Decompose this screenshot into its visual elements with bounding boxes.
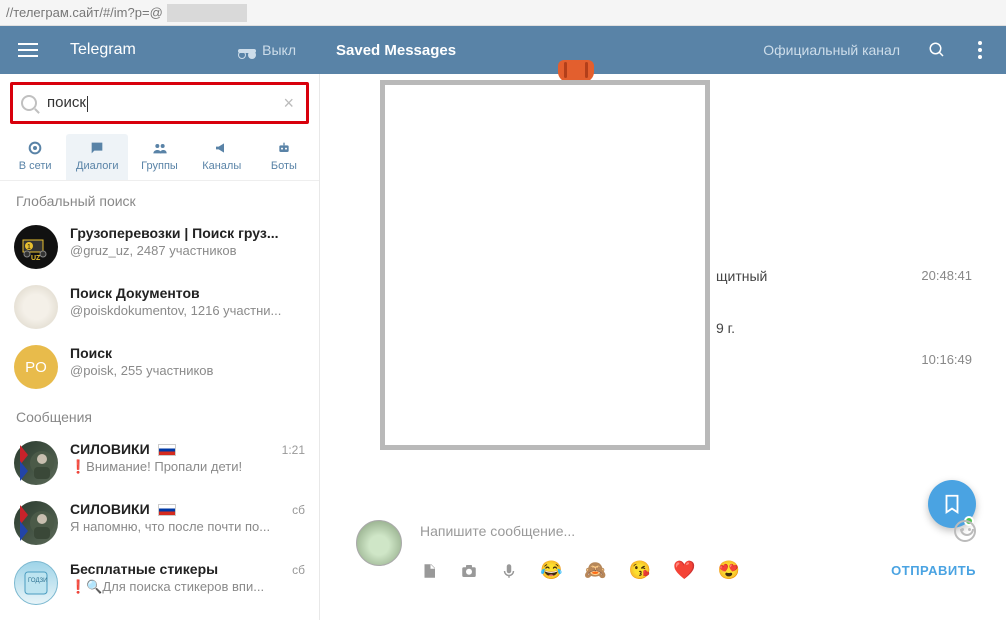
section-messages: Сообщения — [0, 397, 319, 433]
svg-text:ГОДЗИ: ГОДЗИ — [28, 578, 47, 584]
group-icon — [151, 140, 169, 156]
result-sub: ❗🔍Для поиска стикеров впи... — [70, 579, 305, 595]
result-time: сб — [292, 563, 305, 577]
emoji-quick[interactable]: 😂 — [540, 560, 562, 581]
sidebar-tabs: В сети Диалоги Группы Каналы Боты — [0, 130, 319, 181]
incognito-toggle[interactable]: Выкл — [238, 42, 310, 58]
result-title: Грузоперевозки | Поиск груз... — [70, 225, 305, 241]
record-icon — [26, 140, 44, 156]
message-input[interactable]: Напишите сообщение... — [420, 523, 954, 539]
emoji-quick[interactable]: 😘 — [629, 560, 651, 581]
result-sub: ❗Внимание! Пропали дети! — [70, 459, 305, 475]
brand-title: Telegram — [70, 41, 238, 59]
composer: Напишите сообщение... 😂 🙈 😘 ❤️ 😍 ОТПРАВИ… — [320, 510, 1006, 620]
result-time: 1:21 — [282, 443, 305, 457]
menu-icon[interactable] — [18, 43, 48, 57]
attach-file-icon[interactable] — [420, 562, 438, 580]
emoji-quick[interactable]: 🙈 — [584, 560, 606, 581]
sidebar: поиск × В сети Диалоги Группы Каналы — [0, 74, 320, 620]
camera-icon[interactable] — [460, 562, 478, 580]
incognito-icon — [238, 43, 256, 57]
app-header: Telegram Выкл Saved Messages Официальный… — [0, 26, 1006, 74]
result-sub: @poiskdokumentov, 1216 участни... — [70, 303, 305, 318]
result-title: Поиск — [70, 345, 305, 361]
avatar: ГОДЗИ — [14, 561, 58, 605]
address-bar: //телеграм.сайт/#/im?p=@ — [0, 0, 1006, 26]
search-icon[interactable] — [928, 41, 946, 59]
tab-bots[interactable]: Боты — [253, 134, 315, 180]
avatar — [14, 441, 58, 485]
svg-text:UZ: UZ — [31, 255, 41, 262]
search-box[interactable]: поиск × — [10, 82, 309, 124]
message-fragment: 9 г. — [716, 320, 735, 336]
result-sub: @poisk, 255 участников — [70, 363, 305, 378]
address-url: //телеграм.сайт/#/im?p=@ — [6, 5, 163, 20]
flag-ru-icon — [158, 444, 176, 456]
self-avatar[interactable] — [356, 520, 402, 566]
flag-ru-icon — [158, 504, 176, 516]
result-title: СИЛОВИКИ — [70, 501, 176, 517]
list-item[interactable]: 1UZ Грузоперевозки | Поиск груз... @gruz… — [0, 217, 319, 277]
chat-pane: щитный 20:48:41 9 г. 10:16:49 Напишите с… — [320, 74, 1006, 620]
message-time: 10:16:49 — [921, 352, 972, 367]
list-item[interactable]: Поиск Документов @poiskdokumentov, 1216 … — [0, 277, 319, 337]
avatar: 1UZ — [14, 225, 58, 269]
avatar — [14, 285, 58, 329]
chat-title[interactable]: Saved Messages — [336, 42, 456, 59]
result-title: СИЛОВИКИ — [70, 441, 176, 457]
result-time: сб — [292, 503, 305, 517]
emoji-quick[interactable]: 😍 — [718, 560, 740, 581]
message-fragment: щитный — [716, 268, 767, 284]
bot-icon — [275, 140, 293, 156]
doc-clip-icon — [558, 60, 594, 82]
tab-dialogs[interactable]: Диалоги — [66, 134, 128, 180]
section-global: Глобальный поиск — [0, 181, 319, 217]
list-item[interactable]: PO Поиск @poisk, 255 участников — [0, 337, 319, 397]
results-list: Глобальный поиск 1UZ Грузоперевозки | По… — [0, 181, 319, 613]
emoji-picker-icon[interactable] — [954, 520, 976, 542]
tab-channels[interactable]: Каналы — [191, 134, 253, 180]
list-item[interactable]: СИЛОВИКИ сб Я напомню, что после почти п… — [0, 493, 319, 553]
mic-icon[interactable] — [500, 562, 518, 580]
emoji-quick[interactable]: ❤️ — [673, 560, 695, 581]
tab-online[interactable]: В сети — [4, 134, 66, 180]
more-menu-icon[interactable] — [974, 40, 986, 60]
tab-groups[interactable]: Группы — [128, 134, 190, 180]
result-title: Поиск Документов — [70, 285, 305, 301]
search-input-icon — [21, 95, 37, 111]
incognito-label: Выкл — [262, 42, 296, 58]
list-item[interactable]: ГОДЗИ Бесплатные стикеры сб ❗🔍Для поиска… — [0, 553, 319, 613]
result-sub: @gruz_uz, 2487 участников — [70, 243, 305, 258]
official-channel-link[interactable]: Официальный канал — [763, 42, 900, 58]
message-time: 20:48:41 — [921, 268, 972, 283]
avatar: PO — [14, 345, 58, 389]
clear-search-icon[interactable]: × — [279, 93, 298, 114]
address-blank — [167, 4, 247, 22]
chat-canvas[interactable]: щитный 20:48:41 9 г. 10:16:49 — [320, 74, 1006, 510]
megaphone-icon — [213, 140, 231, 156]
list-item[interactable]: СИЛОВИКИ 1:21 ❗Внимание! Пропали дети! — [0, 433, 319, 493]
result-title: Бесплатные стикеры — [70, 561, 218, 577]
result-sub: Я напомню, что после почти по... — [70, 519, 305, 534]
send-button[interactable]: ОТПРАВИТЬ — [891, 563, 976, 578]
avatar — [14, 501, 58, 545]
document-placeholder — [380, 80, 710, 450]
chat-icon — [88, 140, 106, 156]
svg-text:1: 1 — [27, 244, 31, 251]
search-input[interactable]: поиск — [47, 94, 279, 111]
